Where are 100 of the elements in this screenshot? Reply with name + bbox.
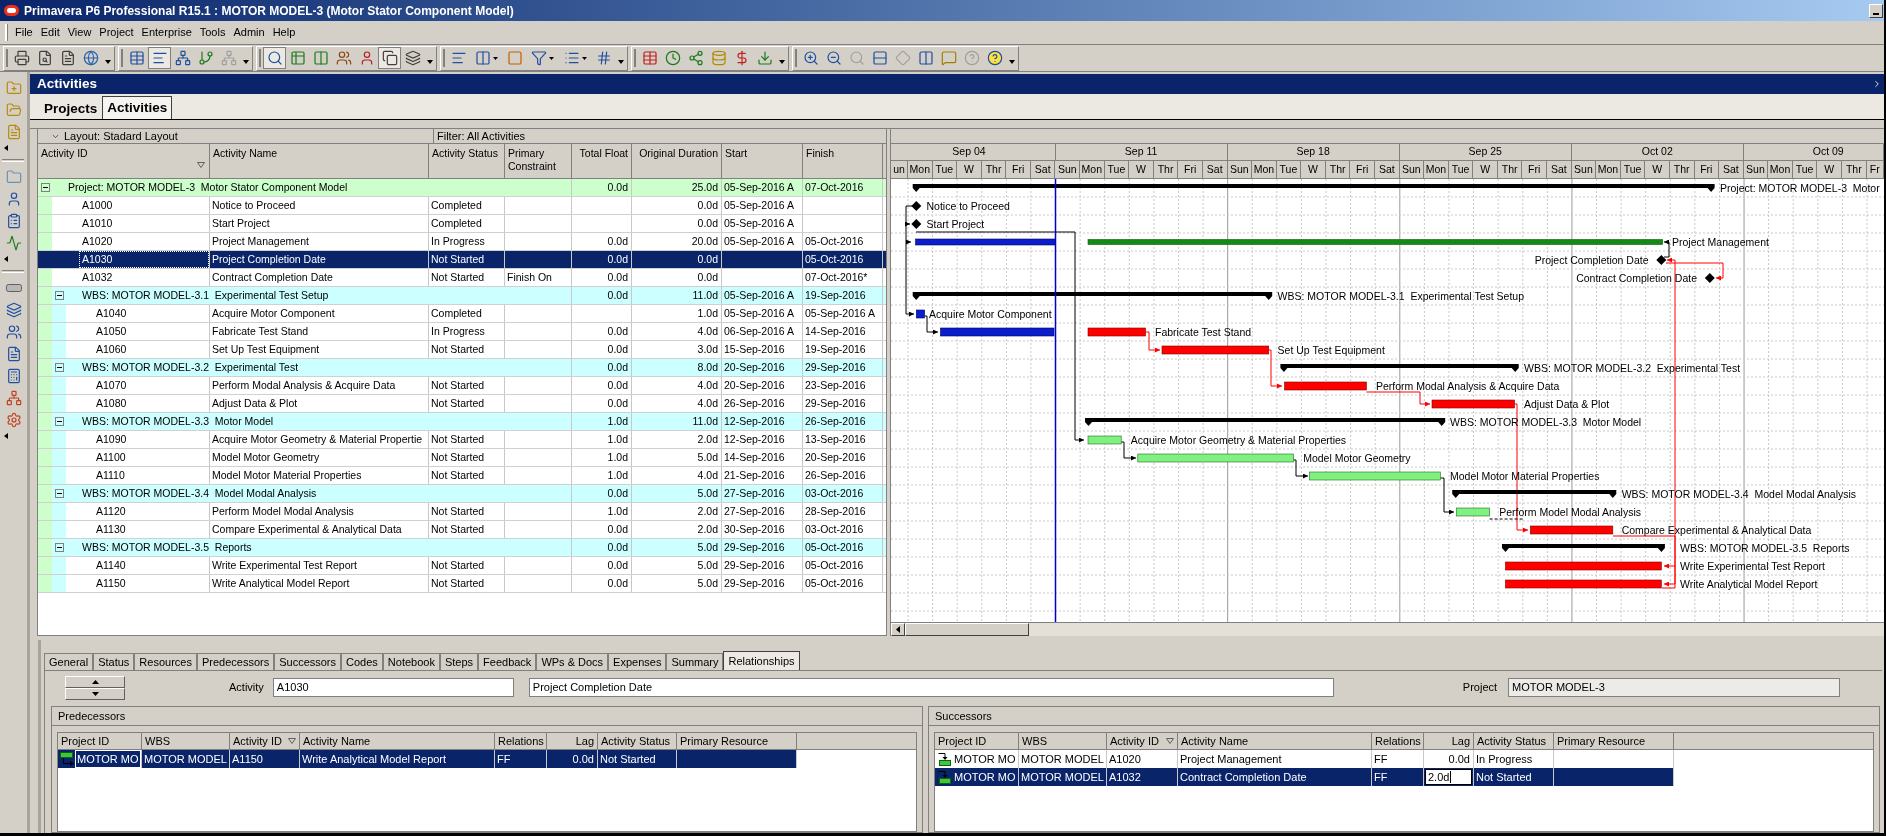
table-row[interactable]: A1120 Perform Model Modal Analysis Not Started 1.0d 2.0d 27-Sep-2016 28-Sep-2016 xyxy=(38,503,886,521)
tab[interactable]: General xyxy=(44,653,94,670)
minus-box-icon[interactable] xyxy=(54,543,64,552)
table-row[interactable]: A1140 Write Experimental Test Report Not Started 0.0d 5.0d 29-Sep-2016 05-Oct-2016 xyxy=(38,557,886,575)
toolbar-button[interactable] xyxy=(263,47,286,69)
column-header[interactable]: Relations xyxy=(495,733,547,749)
table-row[interactable]: A1070 Perform Modal Analysis & Acquire Data Not Started 0.0d 4.0d 20-Sep-2016 23-Sep-2016 xyxy=(38,377,886,395)
table-cell: Not Started xyxy=(429,467,505,484)
table-row[interactable]: A1040 Acquire Motor Component Completed 1.0d 05-Sep-2016 A 05-Sep-2016 A xyxy=(38,305,886,323)
indent-strip xyxy=(38,413,52,430)
column-header[interactable]: Total Float xyxy=(572,144,632,178)
column-header[interactable]: Start xyxy=(722,144,803,178)
table-row[interactable]: A1020 Project Management In Progress 0.0d 20.0d 05-Sep-2016 A 05-Oct-2016 xyxy=(38,233,886,251)
column-header[interactable]: Original Duration xyxy=(632,144,722,178)
column-header[interactable]: WBS xyxy=(142,733,230,749)
menu-item[interactable]: View xyxy=(63,23,96,42)
column-header[interactable]: Relations xyxy=(1372,733,1424,749)
minus-box-icon[interactable] xyxy=(54,417,64,426)
menu-item[interactable]: Admin xyxy=(229,23,269,42)
column-header[interactable]: Activity Status xyxy=(429,144,505,178)
table-row[interactable]: MOTOR MO MOTOR MODEL A1020 Project Management FF 0.0d In Progress xyxy=(935,750,1674,768)
tab[interactable]: Status xyxy=(93,653,135,670)
tab[interactable]: Feedback xyxy=(478,653,537,670)
table-row[interactable]: WBS: MOTOR MODEL-3.5 Reports 0.0d 5.0d 29-Sep-2016 05-Oct-2016 xyxy=(38,539,886,557)
table-row[interactable]: A1000 Notice to Proceed Completed 0.0d 05-Sep-2016 A xyxy=(38,197,886,215)
menu-item[interactable]: Enterprise xyxy=(137,23,196,42)
column-header[interactable]: Activity ID xyxy=(1107,733,1178,749)
column-header[interactable]: Lag xyxy=(1424,733,1474,749)
menu-item[interactable]: Help xyxy=(268,23,300,42)
column-header[interactable]: Project ID xyxy=(58,733,142,749)
minus-box-icon[interactable] xyxy=(54,363,64,372)
column-header[interactable]: Activity ID xyxy=(38,144,210,178)
toolbar-button[interactable] xyxy=(378,47,401,69)
table-row[interactable]: A1100 Model Motor Geometry Not Started 1.0d 5.0d 14-Sep-2016 20-Sep-2016 xyxy=(38,449,886,467)
table-row[interactable]: WBS: MOTOR MODEL-3.4 Model Modal Analysis 0.0d 5.0d 27-Sep-2016 03-Oct-2016 xyxy=(38,485,886,503)
lag-input[interactable]: 2.0d xyxy=(1425,769,1472,785)
activity-name-field[interactable]: Project Completion Date xyxy=(528,678,1334,697)
column-header[interactable]: Project ID xyxy=(935,733,1019,749)
tab[interactable]: Activities xyxy=(102,96,173,119)
minus-box-icon[interactable] xyxy=(54,489,64,498)
tab[interactable]: Predecessors xyxy=(196,653,275,670)
table-row[interactable]: A1010 Start Project Completed 0.0d 05-Sep-2016 A xyxy=(38,215,886,233)
collapse-button[interactable] xyxy=(2,143,10,153)
table-cell: 13-Sep-2016 xyxy=(803,431,883,448)
column-header[interactable]: Activity Name xyxy=(300,733,495,749)
tab[interactable]: Projects xyxy=(39,98,103,119)
scrollbar-thumb[interactable] xyxy=(905,623,1029,636)
tab[interactable]: Notebook xyxy=(382,653,440,670)
column-header[interactable]: WBS xyxy=(1019,733,1107,749)
toolbar-button[interactable] xyxy=(148,47,171,69)
chevron-right-icon[interactable] xyxy=(1872,79,1882,89)
activity-id-field[interactable]: A1030 xyxy=(272,678,514,697)
scroll-left-button[interactable] xyxy=(891,623,905,636)
table-row[interactable]: A1090 Acquire Motor Geometry & Material Propertie Not Started 1.0d 2.0d 12-Sep-2016 13-Sep-2016 xyxy=(38,431,886,449)
tab[interactable]: Successors xyxy=(274,653,342,670)
minus-box-icon[interactable] xyxy=(40,183,50,192)
minimize-button[interactable] xyxy=(1869,3,1883,18)
table-row[interactable]: A1080 Adjust Data & Plot Not Started 0.0d 4.0d 26-Sep-2016 29-Sep-2016 xyxy=(38,395,886,413)
column-header[interactable]: Primary Resource xyxy=(1554,733,1674,749)
table-row[interactable]: WBS: MOTOR MODEL-3.3 Motor Model 1.0d 11.0d 12-Sep-2016 26-Sep-2016 xyxy=(38,413,886,431)
layout-menu[interactable]: Layout: Stadard Layout xyxy=(38,129,434,143)
column-header[interactable]: Activity Name xyxy=(210,144,429,178)
menu-item[interactable]: File xyxy=(11,23,37,42)
column-header[interactable]: Activity Status xyxy=(1474,733,1554,749)
column-header[interactable]: Activity Status xyxy=(598,733,677,749)
collapse-button[interactable] xyxy=(2,431,10,441)
table-row[interactable]: A1110 Model Motor Material Properties Not Started 1.0d 4.0d 21-Sep-2016 26-Sep-2016 xyxy=(38,467,886,485)
table-row[interactable]: MOTOR MO MOTOR MODEL A1032 Contract Completion Date FF 2.0d Not Started xyxy=(935,768,1674,786)
tab[interactable]: WPs & Docs xyxy=(536,653,609,670)
table-cell-text: A1080 xyxy=(95,396,128,411)
column-header[interactable]: Finish xyxy=(803,144,883,178)
table-row[interactable]: Project: MOTOR MODEL-3 Motor Stator Component Model 0.0d 25.0d 05-Sep-2016 A 07-Oct-2016 xyxy=(38,179,886,197)
table-row[interactable]: A1032 Contract Completion Date Not Started Finish On 0.0d 0.0d 07-Oct-2016* xyxy=(38,269,886,287)
tab[interactable]: Steps xyxy=(439,653,479,670)
magnifier-icon xyxy=(848,50,865,66)
collapse-button[interactable] xyxy=(2,254,10,264)
table-row[interactable]: WBS: MOTOR MODEL-3.2 Experimental Test 0.0d 8.0d 20-Sep-2016 29-Sep-2016 xyxy=(38,359,886,377)
column-header[interactable]: Lag xyxy=(547,733,598,749)
tab[interactable]: Resources xyxy=(134,653,197,670)
table-row[interactable]: A1060 Set Up Test Equipment Not Started 0.0d 3.0d 15-Sep-2016 19-Sep-2016 xyxy=(38,341,886,359)
table-row[interactable]: MOTOR MO MOTOR MODEL A1150 Write Analytical Model Report FF 0.0d Not Started xyxy=(58,750,797,768)
tab[interactable]: Summary xyxy=(666,653,724,670)
table-row[interactable]: A1130 Compare Experimental & Analytical Data Not Started 0.0d 2.0d 30-Sep-2016 03-Oct-2016 xyxy=(38,521,886,539)
clock-icon xyxy=(664,50,681,66)
table-row[interactable]: WBS: MOTOR MODEL-3.1 Experimental Test Setup 0.0d 11.0d 05-Sep-2016 A 19-Sep-2016 xyxy=(38,287,886,305)
tab[interactable]: Relationships xyxy=(723,651,800,670)
table-row[interactable]: A1030 Project Completion Date Not Started 0.0d 0.0d 05-Oct-2016 xyxy=(38,251,886,269)
column-header[interactable]: Primary Resource xyxy=(677,733,797,749)
table-row[interactable]: A1150 Write Analytical Model Report Not Started 0.0d 5.0d 29-Sep-2016 05-Oct-2016 xyxy=(38,575,886,593)
move-up-button[interactable] xyxy=(65,675,125,688)
tab[interactable]: Expenses xyxy=(608,653,667,670)
column-header[interactable]: Activity ID xyxy=(230,733,300,749)
column-header[interactable]: Activity Name xyxy=(1178,733,1372,749)
menu-item[interactable]: Tools xyxy=(195,23,230,42)
column-header[interactable]: Primary Constraint xyxy=(505,144,572,178)
menu-item[interactable]: Edit xyxy=(36,23,64,42)
minus-box-icon[interactable] xyxy=(54,291,64,300)
menu-item[interactable]: Project xyxy=(95,23,138,42)
table-row[interactable]: A1050 Fabricate Test Stand In Progress 0.0d 4.0d 06-Sep-2016 A 14-Sep-2016 xyxy=(38,323,886,341)
tab[interactable]: Codes xyxy=(341,653,383,670)
